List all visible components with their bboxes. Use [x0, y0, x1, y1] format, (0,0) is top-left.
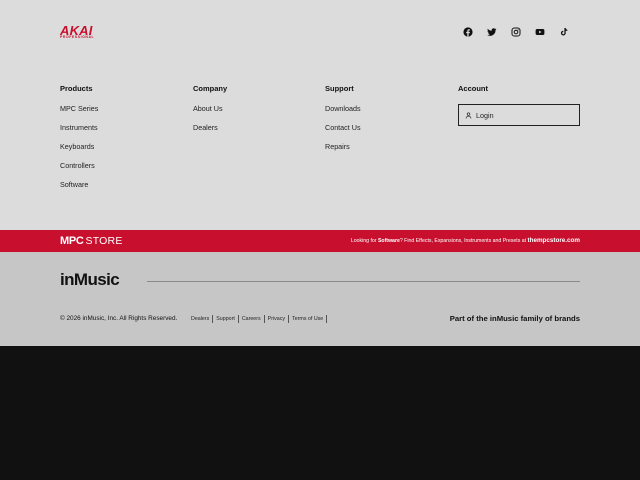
- mpc-store-logo[interactable]: MPC STORE: [60, 235, 123, 247]
- legal-link-privacy[interactable]: Privacy: [265, 315, 290, 323]
- user-icon: [465, 111, 472, 119]
- link-downloads[interactable]: Downloads: [325, 104, 455, 123]
- link-controllers[interactable]: Controllers: [60, 161, 190, 180]
- footer-top-section: AKAI PROFESSIONAL Products MPC Series In…: [0, 0, 640, 230]
- mpc-store-banner: MPC STORE Looking for Software? Find Eff…: [0, 230, 640, 252]
- page-background-bottom: [0, 346, 640, 480]
- login-button[interactable]: Login: [458, 104, 580, 126]
- company-column: Company About Us Dealers: [193, 84, 323, 142]
- legal-link-dealers[interactable]: Dealers: [191, 315, 214, 323]
- promo-software: Software: [377, 238, 400, 244]
- mpc-store-link[interactable]: thempcstore.com: [528, 237, 581, 244]
- link-contact-us[interactable]: Contact Us: [325, 123, 455, 142]
- mpc-store-promo: Looking for Software? Find Effects, Expa…: [351, 237, 580, 245]
- support-heading: Support: [325, 84, 354, 93]
- facebook-icon[interactable]: [462, 26, 474, 38]
- account-column: Account: [458, 84, 588, 94]
- copyright-text: © 2026 inMusic, Inc. All Rights Reserved…: [60, 315, 178, 322]
- legal-link-terms-of-use[interactable]: Terms of Use: [289, 315, 328, 323]
- footer-bottom-section: inMusic © 2026 inMusic, Inc. All Rights …: [0, 252, 640, 346]
- support-column: Support Downloads Contact Us Repairs: [325, 84, 455, 161]
- account-heading: Account: [458, 84, 488, 93]
- link-mpc-series[interactable]: MPC Series: [60, 104, 190, 123]
- link-about-us[interactable]: About Us: [193, 104, 323, 123]
- store-logo-text: STORE: [85, 235, 123, 247]
- company-heading: Company: [193, 84, 228, 93]
- legal-links: Dealers Support Careers Privacy Terms of…: [191, 315, 328, 323]
- divider: [147, 281, 580, 282]
- link-repairs[interactable]: Repairs: [325, 142, 455, 161]
- youtube-icon[interactable]: [534, 26, 546, 38]
- instagram-icon[interactable]: [510, 26, 522, 38]
- legal-link-careers[interactable]: Careers: [239, 315, 265, 323]
- link-keyboards[interactable]: Keyboards: [60, 142, 190, 161]
- products-heading: Products: [60, 84, 93, 93]
- promo-suffix: ? Find Effects, Expansions, Instruments …: [399, 238, 528, 244]
- twitter-icon[interactable]: [486, 26, 498, 38]
- login-label: Login: [476, 110, 494, 120]
- akai-professional-logo[interactable]: AKAI PROFESSIONAL: [60, 24, 106, 39]
- link-dealers[interactable]: Dealers: [193, 123, 323, 142]
- legal-link-support[interactable]: Support: [213, 315, 239, 323]
- mpc-logo-text: MPC: [60, 235, 84, 247]
- tiktok-icon[interactable]: [558, 26, 570, 38]
- link-software[interactable]: Software: [60, 180, 190, 199]
- promo-prefix: Looking for: [350, 238, 378, 244]
- akai-logo-subtitle: PROFESSIONAL: [60, 35, 95, 39]
- link-instruments[interactable]: Instruments: [60, 123, 190, 142]
- inmusic-logo[interactable]: inMusic: [60, 270, 120, 290]
- inmusic-family-text: Part of the inMusic family of brands: [449, 314, 580, 323]
- products-column: Products MPC Series Instruments Keyboard…: [60, 84, 190, 199]
